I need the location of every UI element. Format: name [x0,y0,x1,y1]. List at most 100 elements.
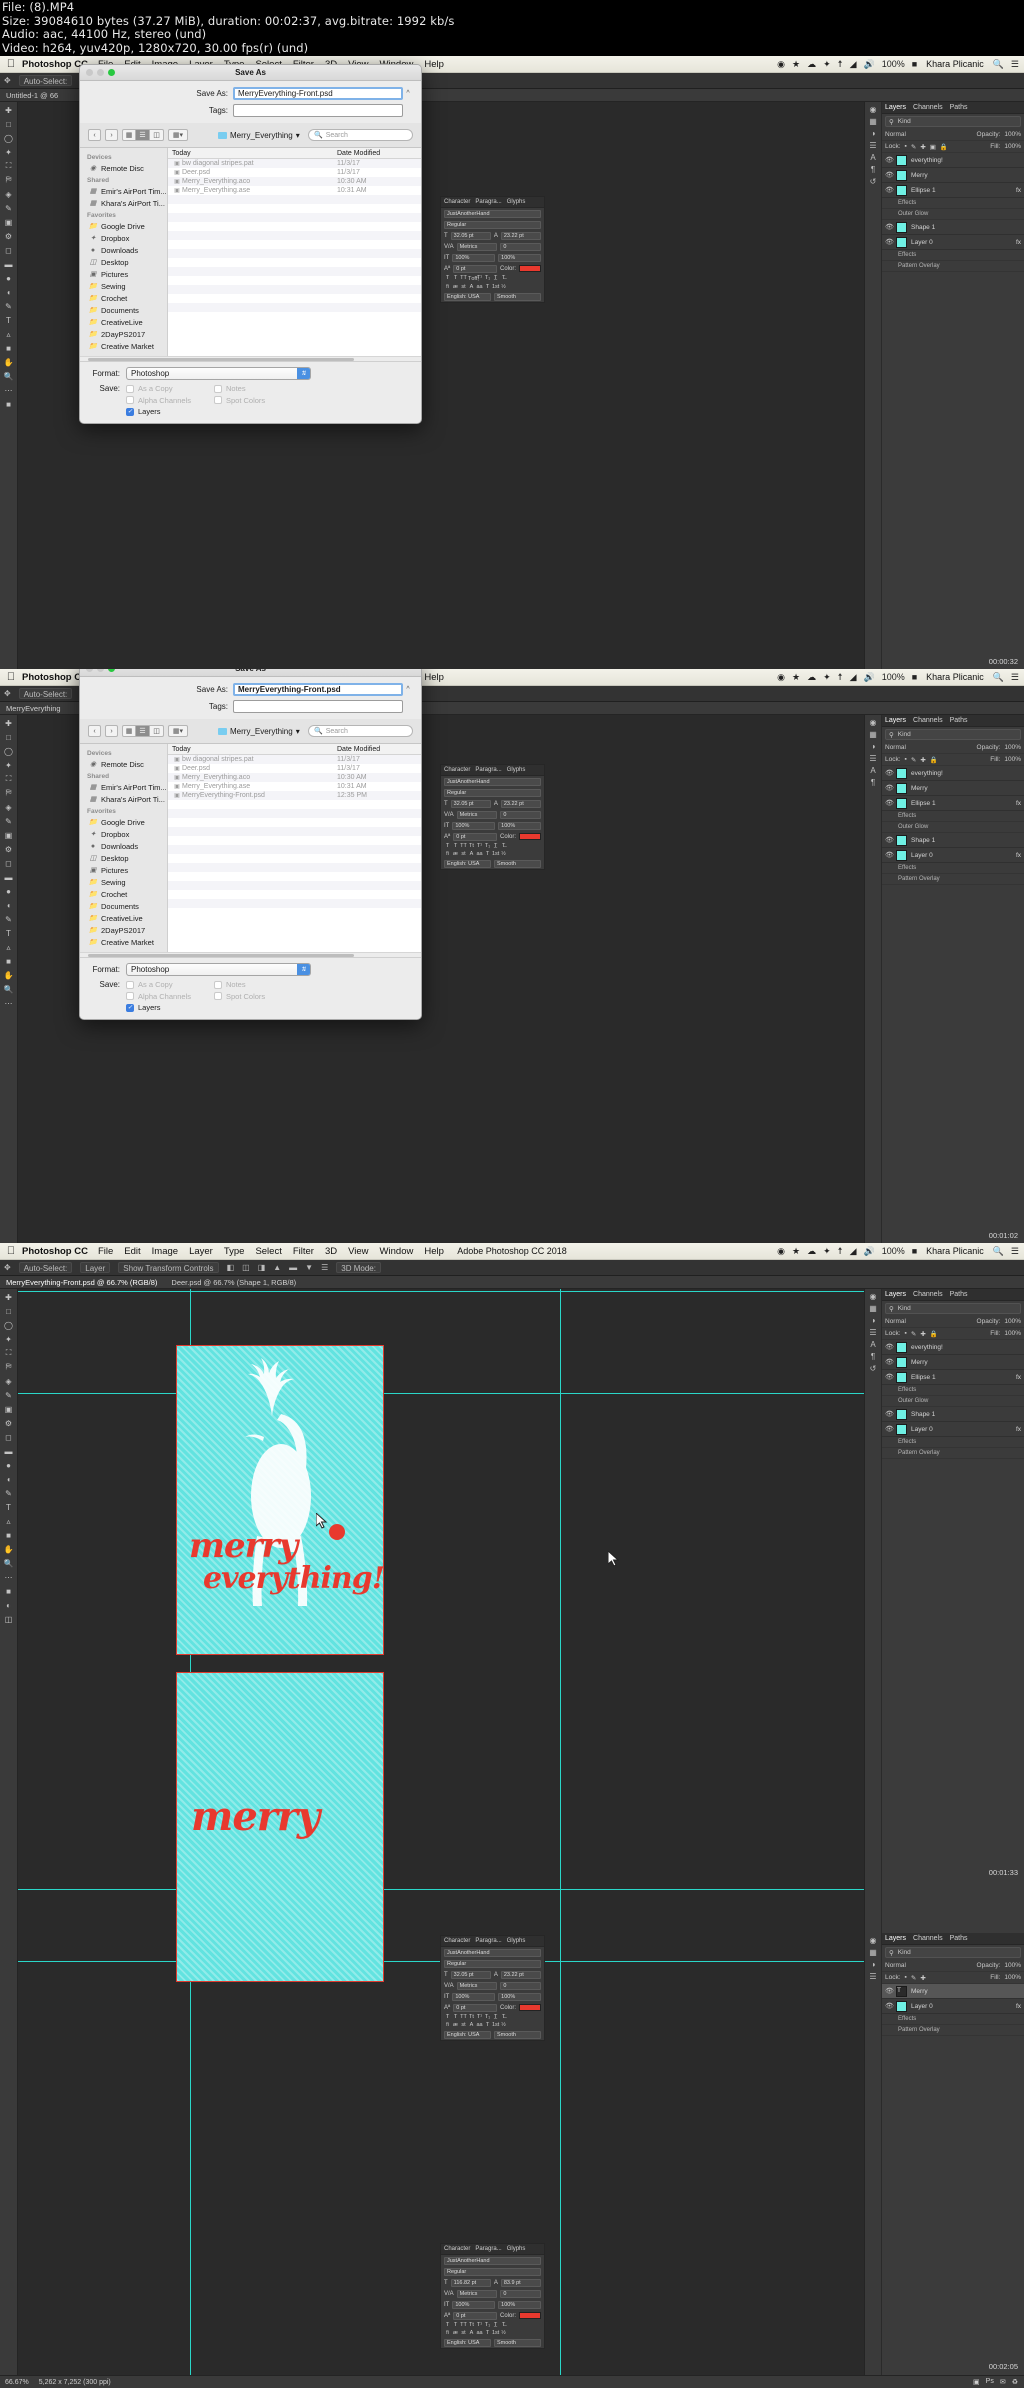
alpha-channels-option[interactable]: Alpha Channels [126,396,214,405]
layer-thumbnail[interactable] [896,1372,907,1383]
quick-select-tool-icon[interactable]: ✦ [2,1333,16,1345]
blur-tool-icon[interactable]: ● [2,272,16,284]
sidebar-item-google-drive[interactable]: 📁 Google Drive [80,220,167,232]
move-tool-icon[interactable]: ✚ [2,717,16,729]
save-options-row[interactable]: Save: As a Copy Alpha Channels ✓ Layers N… [88,384,413,419]
bold-button[interactable]: T [444,2014,451,2020]
font-style-row[interactable]: Regular [441,1958,544,1969]
wifi-icon[interactable]: ◢ [850,1246,857,1257]
lock-image-icon[interactable]: ✎ [911,756,916,764]
type-tool-icon[interactable]: T [2,927,16,939]
format-select[interactable]: Photoshop ⇅ [126,367,311,380]
save-options-column-1[interactable]: As a Copy Alpha Channels ✓ Layers [126,384,214,419]
swash-button[interactable]: A [468,851,475,857]
dialog-titlebar[interactable]: Save As [80,669,421,677]
dropbox-icon[interactable]: ✦ [823,672,831,683]
layer-row-merry[interactable]: 👁 Merry [882,781,1024,796]
forward-button[interactable]: › [105,129,118,141]
font-family-row[interactable]: JustAnotherHand [441,776,544,787]
layers-checkbox[interactable]: ✓ [126,1004,134,1012]
column-date-modified[interactable]: Date Modified [337,150,417,157]
tab-channels[interactable]: Channels [913,1291,943,1298]
paragraph-panel-icon[interactable]: ¶ [871,1352,875,1361]
swash-button[interactable]: A [468,284,475,290]
character-panel-tabs[interactable]: Character Paragra... Glyphs [441,765,544,776]
as-a-copy-checkbox[interactable] [126,981,134,989]
ordinals-button[interactable]: 1st [492,851,499,857]
font-style-buttons-row-1[interactable]: TT TT Tt T¹ T₁ T̲ T̶ [441,2321,544,2329]
artboard-back-card[interactable]: merry [176,1672,384,1982]
layer-visibility-icon[interactable]: 👁 [885,156,892,164]
layer-fx-badge[interactable]: fx [1016,2003,1021,2010]
layers-panel-tabs[interactable]: Layers Channels Paths [882,1289,1024,1301]
color-panel-icon[interactable]: ◉ [870,105,877,114]
baseline-field[interactable]: 0 pt [453,2004,497,2012]
sidebar-item-documents[interactable]: 📁 Documents [80,304,167,316]
tags-field-row[interactable]: Tags: [80,100,421,117]
layer-effect-outer-glow[interactable]: Outer Glow [882,1396,1024,1407]
layer-row-ellipse-1[interactable]: 👁 Ellipse 1 fx [882,1370,1024,1385]
character-panel-1[interactable]: Character Paragra... Glyphs JustAnotherH… [440,196,545,303]
eraser-tool-icon[interactable]: ◻ [2,244,16,256]
layers-panel-3-lower[interactable]: Layers Channels Paths ⚲ Kind Normal Opac… [882,1933,1024,2133]
standard-ligatures-button[interactable]: fi [444,2022,451,2028]
kerning-row[interactable]: V/A Metrics 0 [441,1980,544,1991]
move-tool-icon[interactable]: ✚ [2,1291,16,1303]
gradient-tool-icon[interactable]: ▬ [2,1445,16,1457]
layer-visibility-icon[interactable]: 👁 [885,799,892,807]
file-row[interactable]: ▣ Merry_Everything.ase 10:31 AM [168,782,421,791]
dialog-footer[interactable]: Format: Photoshop ⇅ Save: As a Copy Alph… [80,361,421,424]
layer-thumbnail[interactable] [896,835,907,846]
dropbox-icon[interactable]: ✦ [823,59,831,70]
kerning-row[interactable]: V/A Metrics 0 [441,241,544,252]
tools-panel-2[interactable]: ✚ □ ◯ ✦ ⛶ ⛿ ◈ ✎ ▣ ⚙ ◻ ▬ ● ◖ ✎ T ▵ ■ ✋ 🔍 … [0,715,18,1243]
tab-character[interactable]: Character [444,2246,470,2252]
smallcaps-button[interactable]: Tt [468,2014,475,2020]
vertical-scale-field[interactable]: 100% [452,254,495,262]
apple-menu-icon[interactable]:  [0,1245,22,1257]
arrange-by-button[interactable]: ▦▾ [168,129,188,141]
text-color-swatch[interactable] [519,265,541,272]
text-color-swatch[interactable] [519,833,541,840]
align-left-icon[interactable]: ◧ [227,1263,235,1272]
contextual-alternates-button[interactable]: æ [452,284,459,290]
panel-rail-1[interactable]: ◉ ▦ ◑ ☰ A ¶ ↺ [865,102,882,669]
vertical-scale-field[interactable]: 100% [452,822,495,830]
layer-row-layer-0[interactable]: 👁 Layer 0 fx [882,848,1024,863]
use-proof-setup-option[interactable]: Use Proof Setup: Working CMYK [126,1019,248,1021]
tools-panel-1[interactable]: ✚ □ ◯ ✦ ⛶ ⛿ ◈ ✎ ▣ ⚙ ◻ ▬ ● ◖ ✎ T ▵ ■ ✋ 🔍 … [0,102,18,669]
standard-ligatures-button[interactable]: fi [444,851,451,857]
rectangle-tool-icon[interactable]: ■ [2,1529,16,1541]
document-dimensions[interactable]: 5,262 x 7,252 (300 ppi) [39,2379,111,2386]
layer-visibility-icon[interactable]: 👁 [885,1358,892,1366]
layer-name[interactable]: everything! [911,770,943,777]
sidebar-item-desktop[interactable]: ◫ Desktop [80,256,167,268]
more-tools-icon[interactable]: ⋯ [2,384,16,396]
ordinals-button[interactable]: 1st [492,2330,499,2336]
tags-input[interactable] [233,104,403,117]
horizontal-scrollbar[interactable] [80,356,421,361]
subscript-button[interactable]: T₁ [484,843,491,849]
dialog-body[interactable]: Devices ◉ Remote Disc Shared ▦ Emir's AirP… [80,148,421,356]
tab-channels[interactable]: Channels [913,104,943,111]
layer-visibility-icon[interactable]: 👁 [885,769,892,777]
smallcaps-button[interactable]: Tt [468,2322,475,2328]
font-family-field[interactable]: JustAnotherHand [444,778,541,786]
lock-row[interactable]: Lock: ▪ ✎ ✚ ▣ 🔒 Fill: 100% [882,141,1024,153]
auto-select-label[interactable]: Auto-Select: [19,75,73,86]
lock-position-icon[interactable]: ✚ [920,143,925,151]
eyedropper-tool-icon[interactable]: ⛿ [2,787,16,799]
pen-tool-icon[interactable]: ✎ [2,300,16,312]
format-row[interactable]: Format: Photoshop ⇅ [88,367,413,380]
breadcrumb-folder[interactable]: Merry_Everything [230,131,293,140]
auto-select-target-select[interactable]: Layer [80,1262,110,1273]
allcaps-button[interactable]: TT [460,2014,467,2020]
layer-filter-row[interactable]: ⚲ Kind [885,1303,1021,1314]
baseline-row[interactable]: Aª 0 pt Color: [441,263,544,274]
sidebar-item-sewing[interactable]: 📁 Sewing [80,280,167,292]
bold-button[interactable]: T [444,2322,451,2328]
chevron-down-icon[interactable]: ▾ [296,727,300,736]
sidebar-item-remote-disc[interactable]: ◉ Remote Disc [80,758,167,770]
discretionary-ligatures-button[interactable]: st [460,284,467,290]
history-brush-tool-icon[interactable]: ⚙ [2,230,16,242]
